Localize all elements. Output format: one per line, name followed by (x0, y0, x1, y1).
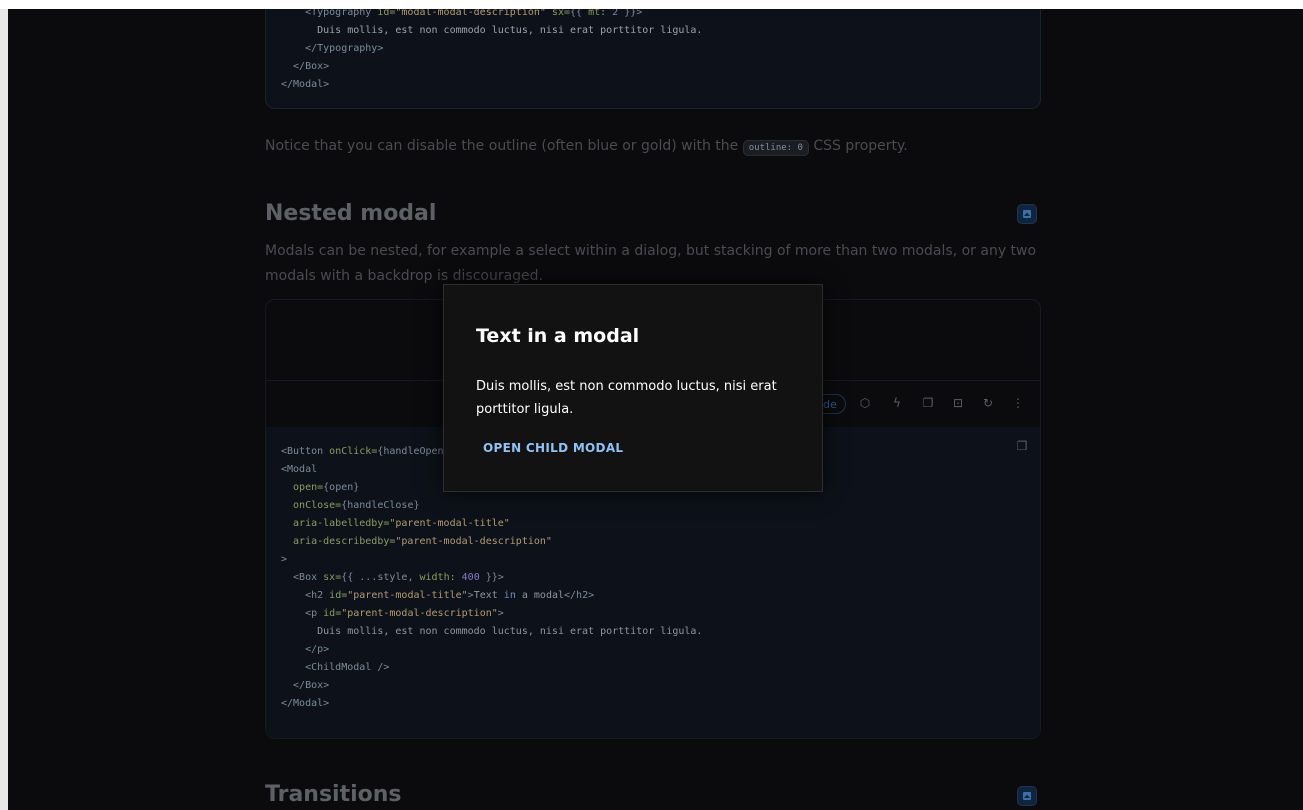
code-token: }}> (618, 9, 643, 18)
code-token: </Box> (281, 61, 330, 72)
code-token: a modal (515, 590, 565, 601)
code-line: </p> (281, 641, 1025, 659)
code-line: <Box sx={{ ...style, width: 400 }}> (281, 569, 1025, 587)
code-token: onClick= (329, 446, 378, 457)
copy-icon[interactable]: ❐ (920, 395, 936, 411)
code-token: width: (419, 572, 462, 583)
code-line: </Box> (281, 58, 1025, 76)
code-token: <Box (281, 572, 324, 583)
code-token: {{ (570, 9, 589, 18)
code-token: </Modal> (281, 79, 330, 90)
link-icon (1023, 210, 1031, 218)
code-line: <h2 id="parent-modal-title">Text in a mo… (281, 587, 1025, 605)
code-token: Text (473, 590, 504, 601)
code-token: {{ ...style, (341, 572, 420, 583)
code-line: <ChildModal /> (281, 659, 1025, 677)
inline-code-outline: outline: 0 (742, 140, 809, 156)
browser-top-strip (0, 0, 1303, 9)
nested-modal-heading: Nested modal (265, 201, 437, 226)
code-token: "modal-modal-description" (395, 9, 546, 18)
focus-icon[interactable]: ⊡ (950, 395, 966, 411)
code-token: mt: (588, 9, 613, 18)
code-line: onClose={handleClose} (281, 497, 1025, 515)
code-line: </Modal> (281, 76, 1025, 94)
code-token: <Modal (281, 464, 318, 475)
code-token: sx= (323, 572, 342, 583)
code-token: 400 (461, 572, 480, 583)
code-token: in (503, 590, 516, 601)
code-token: <Typography (281, 9, 378, 18)
notice-text-after: CSS property. (808, 138, 908, 154)
code-token: aria-describedby= (281, 536, 396, 547)
code-token: id= (323, 608, 342, 619)
stackblitz-icon[interactable]: ϟ (889, 395, 905, 411)
link-icon (1023, 792, 1031, 800)
code-token: id= (329, 590, 348, 601)
code-token: <p (281, 608, 324, 619)
modal-description: Duis mollis, est non commodo luctus, nis… (476, 379, 777, 417)
code-token: > (497, 608, 504, 619)
code-line: </Typography> (281, 40, 1025, 58)
code-token: onClose= (281, 500, 342, 511)
code-token: sx= (545, 9, 570, 18)
copy-heading-link-button[interactable] (1017, 204, 1037, 224)
code-token: "parent-modal-title" (347, 590, 468, 601)
code-line: </Box> (281, 677, 1025, 695)
code-line: > (281, 551, 1025, 569)
code-line: aria-describedby="parent-modal-descripti… (281, 533, 1025, 551)
code-line: Duis mollis, est non commodo luctus, nis… (281, 623, 1025, 641)
code-token: Duis mollis, est non commodo luctus, nis… (281, 626, 703, 637)
code-token: "parent-modal-title" (389, 518, 510, 529)
code-token: </p> (281, 644, 330, 655)
reset-icon[interactable]: ↻ (980, 395, 996, 411)
code-token: </Modal> (281, 698, 330, 709)
code-token: <Button (281, 446, 330, 457)
code-token: id= (377, 9, 396, 18)
codesandbox-icon[interactable]: ⬡ (857, 395, 873, 411)
code-line: aria-labelledby="parent-modal-title" (281, 515, 1025, 533)
window-edge (0, 9, 8, 810)
nested-modal-description: Modals can be nested, for example a sele… (265, 243, 1037, 284)
code-token: <ChildModal /> (281, 662, 390, 673)
code-token: <h2 (281, 590, 330, 601)
code-block-basic-modal: <Typography id="modal-modal-description"… (265, 9, 1041, 109)
code-token: {handleClose} (341, 500, 420, 511)
code-token: "parent-modal-description" (395, 536, 552, 547)
parent-modal: Text in a modal Duis mollis, est non com… (443, 284, 823, 492)
more-icon[interactable]: ⋮ (1010, 395, 1026, 411)
modal-title: Text in a modal (476, 325, 640, 347)
code-token: </Box> (281, 680, 330, 691)
transitions-heading: Transitions (265, 782, 402, 807)
code-token: </h2> (564, 590, 595, 601)
notice-text-before: Notice that you can disable the outline … (265, 138, 743, 154)
code-token: "parent-modal-description" (341, 608, 498, 619)
copy-heading-link-button-transitions[interactable] (1017, 786, 1037, 806)
code-token: </Typography> (281, 43, 384, 54)
notice-paragraph: Notice that you can disable the outline … (265, 134, 1041, 161)
code-line: Duis mollis, est non commodo luctus, nis… (281, 22, 1025, 40)
code-token: open= (281, 482, 324, 493)
code-token: {open} (323, 482, 360, 493)
copy-code-icon[interactable]: ❐ (1014, 438, 1030, 454)
code-token: }}> (479, 572, 504, 583)
code-line: </Modal> (281, 695, 1025, 713)
code-line: <Typography id="modal-modal-description"… (281, 9, 1025, 22)
code-token: aria-labelledby= (281, 518, 390, 529)
code-line: <p id="parent-modal-description"> (281, 605, 1025, 623)
code-token: Duis mollis, est non commodo luctus, nis… (281, 25, 703, 36)
code-token: > (281, 554, 288, 565)
open-child-modal-button[interactable]: OPEN CHILD MODAL (475, 437, 631, 459)
